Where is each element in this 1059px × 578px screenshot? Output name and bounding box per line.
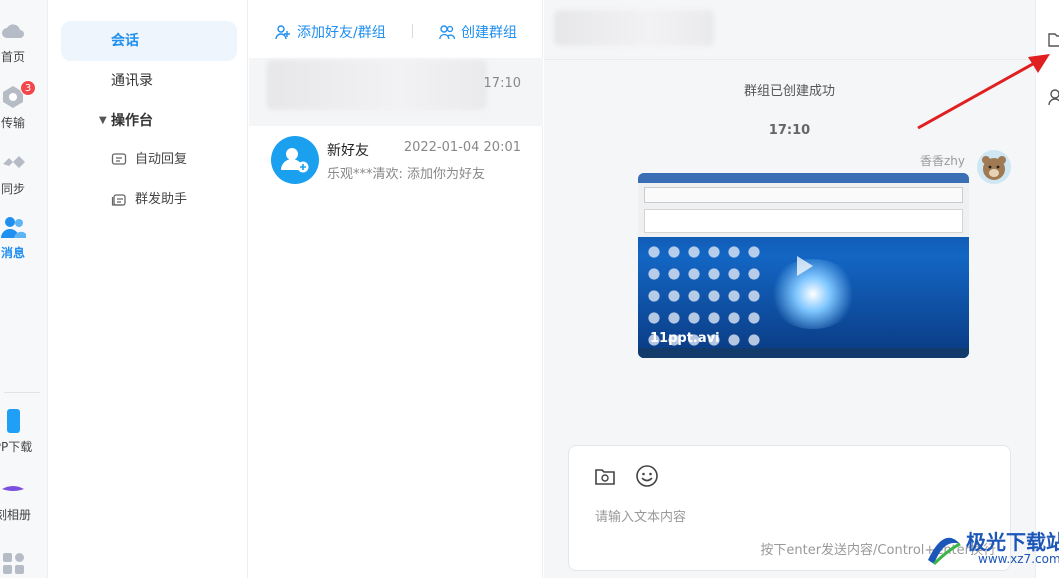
message-icon (1, 217, 26, 238)
blurred-conversation-info (267, 60, 487, 110)
phone-icon (7, 409, 20, 433)
watermark: 极光下载站 www.xz7.com (920, 526, 1059, 574)
create-group-label: 创建群组 (461, 25, 517, 41)
folder-icon[interactable] (1048, 30, 1059, 48)
rail-item-label: 消息 (0, 246, 25, 260)
rail-divider (4, 392, 40, 393)
album-icon (2, 486, 24, 491)
emoji-icon[interactable] (635, 464, 659, 488)
rail-item-app-download[interactable]: PP下载 (0, 408, 40, 455)
rail-item-label: 刻相册 (0, 508, 31, 522)
system-message: 群组已创建成功 (743, 84, 835, 99)
toolbar-divider (412, 24, 413, 38)
conversation-preview: 乐观***清欢: 添加你为好友 (327, 167, 486, 182)
member-icon[interactable] (1048, 88, 1059, 106)
video-thumbnail-titlebar (638, 173, 969, 183)
watermark-url: www.xz7.com (978, 552, 1059, 566)
apps-grid-icon[interactable] (2, 552, 26, 576)
nav-item-session[interactable]: 会话 (61, 21, 237, 61)
rail-item-sync[interactable]: 同步 (0, 150, 40, 197)
video-message[interactable]: 11ppt.avi (638, 173, 969, 358)
user-add-icon (281, 148, 309, 173)
play-icon[interactable] (788, 251, 818, 281)
create-group-icon (439, 25, 456, 40)
bear-avatar-icon (982, 156, 1006, 180)
add-user-icon (275, 25, 290, 40)
sender-name: 香香zhy (919, 154, 965, 168)
rail-item-message[interactable]: 消息 (0, 214, 40, 261)
left-rail: 首页 3 传输 同步 消息 PP下载 刻相册 (0, 0, 48, 578)
nav-item-contacts[interactable]: 通讯录 (61, 61, 237, 101)
folder-icon[interactable] (593, 464, 617, 488)
rail-item-label: 首页 (0, 50, 25, 64)
group-send-icon (111, 194, 126, 206)
blurred-chat-title (554, 10, 714, 46)
nav-sub-label: 群发助手 (135, 192, 188, 207)
rail-item-transfer[interactable]: 3 传输 (0, 80, 40, 131)
add-friend-label: 添加好友/群组 (297, 25, 386, 41)
message-input[interactable]: 请输入文本内容 (595, 506, 686, 525)
nav-item-label: 通讯录 (111, 73, 153, 89)
chat-panel: 群组已创建成功 17:10 香香zhy 11ppt.avi 请输入文本内容 按下… (544, 0, 1035, 578)
create-group-button[interactable]: 创建群组 (439, 22, 517, 42)
video-thumbnail-toolbar (644, 187, 963, 203)
conversation-list: 添加好友/群组 创建群组 17:10 新好友 2022-01-04 20:01 … (249, 0, 543, 578)
new-friend-avatar (271, 136, 319, 184)
right-toolbar (1035, 0, 1059, 578)
auto-reply-icon (111, 153, 127, 165)
secondary-nav: 会话 通讯录 ▼ 操作台 自动回复 群发助手 (49, 0, 248, 578)
rail-item-label: 传输 (0, 116, 25, 130)
nav-item-label: 操作台 (111, 113, 153, 129)
conversation-time: 17:10 (483, 76, 521, 91)
conversation-item-new-friend[interactable]: 新好友 2022-01-04 20:01 乐观***清欢: 添加你为好友 (249, 126, 543, 194)
rail-item-home[interactable]: 首页 (0, 18, 40, 65)
sync-icon (3, 156, 25, 168)
conversation-name: 新好友 (327, 143, 369, 159)
watermark-title: 极光下载站 (966, 530, 1059, 554)
add-friend-button[interactable]: 添加好友/群组 (275, 22, 386, 42)
conversation-time: 2022-01-04 20:01 (403, 140, 521, 155)
conversation-item-group[interactable]: 17:10 (249, 58, 543, 126)
transfer-badge: 3 (20, 80, 36, 96)
rail-item-label: PP下载 (0, 440, 33, 454)
cloud-icon (2, 24, 24, 38)
avatar[interactable] (977, 150, 1011, 184)
video-thumbnail-taskbar (638, 348, 969, 358)
nav-sub-label: 自动回复 (135, 152, 188, 167)
rail-item-album[interactable]: 刻相册 (0, 476, 40, 523)
list-toolbar: 添加好友/群组 创建群组 (249, 0, 543, 60)
nav-item-console[interactable]: ▼ 操作台 (61, 101, 237, 141)
watermark-logo-icon (928, 537, 961, 566)
video-filename: 11ppt.avi (650, 331, 720, 346)
caret-down-icon: ▼ (99, 115, 107, 126)
video-thumbnail-content (644, 209, 963, 233)
chat-header (544, 0, 1035, 60)
rail-item-label: 同步 (0, 182, 25, 196)
message-timestamp: 17:10 (768, 123, 811, 138)
nav-item-label: 会话 (111, 33, 139, 49)
app-window: 首页 3 传输 同步 消息 PP下载 刻相册 会话 通 (0, 0, 1059, 578)
